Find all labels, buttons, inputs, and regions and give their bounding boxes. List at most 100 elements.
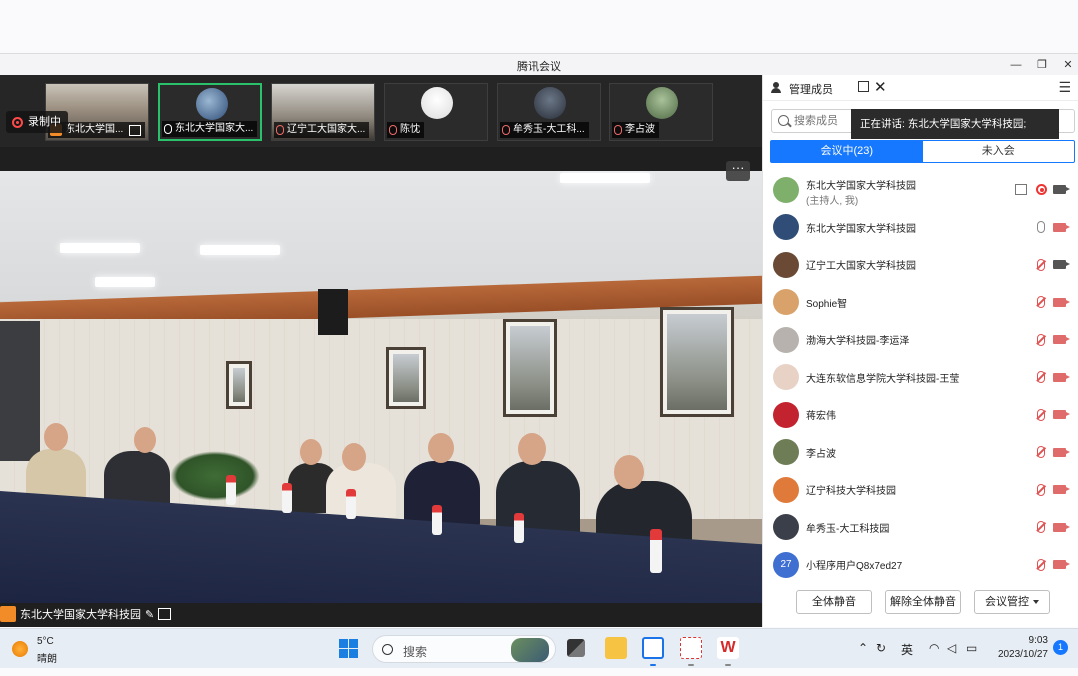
- camera-icon[interactable]: [1053, 260, 1070, 270]
- microphone-icon[interactable]: [1037, 221, 1045, 234]
- menu-icon[interactable]: ☰: [1058, 79, 1071, 96]
- member-name: 蒋宏伟: [806, 411, 836, 423]
- close-window-button[interactable]: ✕: [1060, 57, 1076, 73]
- avatar: [773, 364, 799, 391]
- member-name: Sophie智: [806, 298, 848, 310]
- clock-date: 2023/10/27: [997, 649, 1048, 660]
- member-row[interactable]: 27 小程序用户Q8x7ed27: [763, 546, 1078, 579]
- task-view-icon[interactable]: [567, 639, 585, 657]
- microphone-muted-icon: [614, 125, 622, 135]
- weather-sun-icon[interactable]: [12, 641, 28, 657]
- member-row[interactable]: Sophie智: [763, 284, 1078, 322]
- microphone-muted-icon: [389, 125, 397, 135]
- system-clock[interactable]: 9:03 2023/10/27: [998, 634, 1048, 662]
- avatar: [534, 87, 566, 119]
- more-options-button[interactable]: ···: [726, 161, 750, 181]
- notification-badge[interactable]: 1: [1053, 640, 1068, 655]
- speaker-name: 东北大学国家大学科技园: [20, 609, 141, 621]
- popout-icon[interactable]: [858, 81, 869, 92]
- input-method-indicator[interactable]: 英: [901, 641, 913, 658]
- wall-speaker: [318, 289, 348, 335]
- member-row[interactable]: 渤海大学科技园-李运泽: [763, 321, 1078, 359]
- microphone-icon: [164, 124, 172, 134]
- microphone-muted-icon[interactable]: [1037, 333, 1045, 346]
- record-icon: [1036, 184, 1047, 196]
- meeting-control-button[interactable]: 会议管控: [974, 590, 1050, 614]
- snipping-tool-icon[interactable]: [680, 637, 702, 659]
- camera-off-icon[interactable]: [1053, 522, 1070, 532]
- member-row[interactable]: 蒋宏伟: [763, 396, 1078, 434]
- camera-off-icon[interactable]: [1053, 485, 1070, 495]
- chevron-up-icon[interactable]: ⌃: [858, 641, 868, 655]
- camera-off-icon[interactable]: [1053, 447, 1070, 457]
- avatar: [773, 176, 799, 203]
- camera-icon[interactable]: [1053, 185, 1070, 195]
- participant-thumbnail-active[interactable]: 东北大学国家大...: [158, 83, 262, 141]
- volume-icon[interactable]: ◁: [947, 641, 956, 655]
- panel-footer: 全体静音 解除全体静音 会议管控: [763, 585, 1078, 627]
- avatar: [196, 88, 228, 120]
- window-titlebar: 腾讯会议 — ❐ ✕: [0, 53, 1078, 75]
- main-video-feed[interactable]: [0, 171, 762, 603]
- participant-thumbnail[interactable]: 李占波: [609, 83, 713, 141]
- microphone-muted-icon[interactable]: [1037, 446, 1045, 459]
- camera-off-icon[interactable]: [1053, 297, 1070, 307]
- participant-thumbnail[interactable]: 陈忱: [384, 83, 488, 141]
- screen-share-icon: [129, 124, 142, 136]
- refresh-icon[interactable]: ↻: [876, 641, 886, 655]
- mute-all-button[interactable]: 全体静音: [796, 590, 872, 614]
- search-highlight-image: [511, 638, 549, 662]
- member-row[interactable]: 东北大学国家大学科技园 (主持人, 我): [763, 171, 1078, 209]
- close-panel-button[interactable]: ✕: [874, 78, 887, 96]
- file-explorer-icon[interactable]: [605, 637, 627, 659]
- microphone-muted-icon[interactable]: [1037, 483, 1045, 496]
- member-name: 东北大学国家大学科技园: [806, 223, 916, 235]
- microphone-muted-icon[interactable]: [1037, 371, 1045, 384]
- taskbar-search[interactable]: 搜索: [372, 635, 556, 663]
- wifi-icon[interactable]: ◠: [929, 641, 939, 655]
- thumbnail-label: 李占波: [612, 122, 659, 138]
- member-name: 李占波: [806, 448, 836, 460]
- camera-off-icon[interactable]: [1053, 372, 1070, 382]
- microphone-muted-icon[interactable]: [1037, 296, 1045, 309]
- clock-time: 9:03: [1028, 635, 1048, 646]
- member-row[interactable]: 辽宁工大国家大学科技园: [763, 246, 1078, 284]
- wall-painting: [226, 361, 252, 409]
- recording-indicator[interactable]: 录制中: [6, 111, 68, 133]
- camera-off-icon[interactable]: [1053, 222, 1070, 232]
- microphone-muted-icon: [276, 125, 284, 135]
- manage-members-panel: 管理成员 ✕ ☰ 正在讲话: 东北大学国家大学科技园; 会议中(23) 未入会 …: [762, 75, 1078, 627]
- tab-in-meeting[interactable]: 会议中(23): [771, 141, 923, 162]
- member-row[interactable]: 东北大学国家大学科技园: [763, 209, 1078, 247]
- member-row[interactable]: 李占波: [763, 434, 1078, 472]
- restore-button[interactable]: ❐: [1034, 57, 1050, 73]
- camera-off-icon[interactable]: [1053, 560, 1070, 570]
- tab-not-joined[interactable]: 未入会: [923, 141, 1075, 162]
- participant-thumbnail[interactable]: 牟秀玉-大工科...: [497, 83, 601, 141]
- member-role: (主持人, 我): [806, 196, 859, 207]
- microphone-muted-icon[interactable]: [1037, 558, 1045, 571]
- avatar: [773, 214, 799, 241]
- start-button[interactable]: [339, 639, 358, 658]
- thumbnail-label: 辽宁工大国家大...: [274, 122, 370, 138]
- minimize-button[interactable]: —: [1008, 57, 1024, 73]
- panel-title: 管理成员: [789, 84, 833, 96]
- battery-icon[interactable]: ▭: [966, 641, 977, 655]
- microphone-muted-icon[interactable]: [1037, 258, 1045, 271]
- participant-thumbnail[interactable]: 辽宁工大国家大...: [271, 83, 375, 141]
- member-row[interactable]: 大连东软信息学院大学科技园-王莹: [763, 359, 1078, 397]
- avatar: [773, 514, 799, 541]
- camera-off-icon[interactable]: [1053, 335, 1070, 345]
- member-row[interactable]: 牟秀玉-大工科技园: [763, 509, 1078, 547]
- wps-icon[interactable]: W: [717, 637, 739, 659]
- microphone-muted-icon[interactable]: [1037, 521, 1045, 534]
- microphone-muted-icon[interactable]: [1037, 408, 1045, 421]
- camera-off-icon[interactable]: [1053, 410, 1070, 420]
- member-name: 东北大学国家大学科技园: [806, 181, 916, 192]
- wall-painting: [660, 307, 734, 417]
- wall-painting: [386, 347, 426, 409]
- tencent-meeting-icon[interactable]: [642, 637, 664, 659]
- edit-icon[interactable]: ✎: [145, 608, 154, 621]
- unmute-all-button[interactable]: 解除全体静音: [885, 590, 961, 614]
- member-row[interactable]: 辽宁科技大学科技园: [763, 471, 1078, 509]
